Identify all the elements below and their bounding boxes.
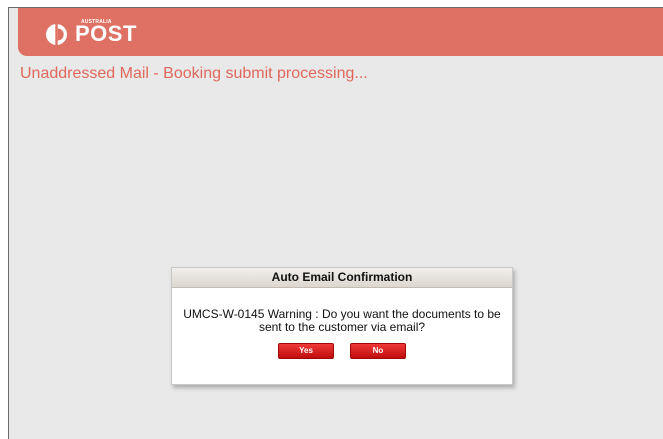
australia-post-logo-icon: [46, 24, 67, 45]
no-button[interactable]: No: [350, 343, 406, 359]
dialog-body: UMCS-W-0145 Warning : Do you want the do…: [172, 288, 512, 359]
header-bar: AUSTRALIA POST: [18, 8, 663, 56]
australia-post-logo: AUSTRALIA POST: [46, 17, 136, 47]
auto-email-confirmation-dialog: Auto Email Confirmation UMCS-W-0145 Warn…: [171, 267, 513, 385]
logo-big-text: POST: [75, 21, 137, 46]
dialog-message-line-2: sent to the customer via email?: [258, 320, 426, 334]
dialog-title: Auto Email Confirmation: [172, 268, 512, 288]
app-frame: AUSTRALIA POST Unaddressed Mail - Bookin…: [8, 7, 663, 439]
page-title: Unaddressed Mail - Booking submit proces…: [20, 65, 368, 82]
dialog-button-row: Yes No: [172, 343, 512, 359]
yes-button[interactable]: Yes: [278, 343, 334, 359]
